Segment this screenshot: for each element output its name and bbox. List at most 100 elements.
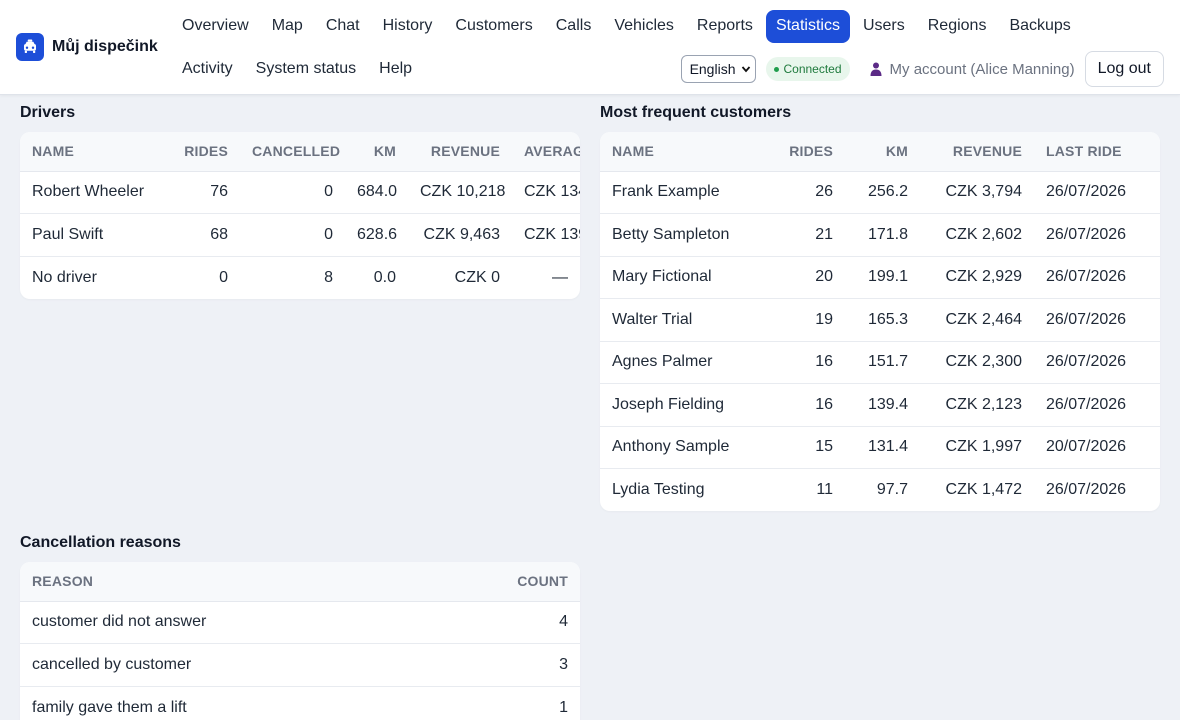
customer-rides: 11	[816, 481, 833, 498]
column-header[interactable]: RIDES	[770, 132, 845, 172]
cancellation-count: 1	[559, 698, 568, 716]
column-header[interactable]: AVERAGE	[512, 132, 580, 172]
column-header[interactable]: CANCELLED	[240, 132, 345, 172]
table-row: Lydia Testing 11 97.7 CZK 1,472 26/07/20…	[600, 469, 1160, 512]
customer-revenue: CZK 2,464	[920, 298, 1034, 342]
nav-activity[interactable]: Activity	[172, 53, 243, 86]
drivers-table: NAME RIDES CANCELLED KM REVENUE AVERAGE …	[20, 132, 580, 299]
driver-rides: 0	[219, 268, 228, 286]
cancellation-table-card: REASON COUNT customer did not answer 4 c…	[20, 562, 580, 720]
nav-reports[interactable]: Reports	[687, 10, 763, 43]
drivers-table-card: NAME RIDES CANCELLED KM REVENUE AVERAGE …	[20, 132, 580, 299]
customer-last-ride: 26/07/2026	[1034, 383, 1160, 427]
table-row: Betty Sampleton 21 171.8 CZK 2,602 26/07…	[600, 213, 1160, 257]
driver-km: 684.0	[345, 171, 408, 214]
connection-status-badge: Connected	[766, 57, 850, 81]
nav-chat[interactable]: Chat	[316, 10, 370, 43]
driver-rides: 68	[170, 213, 240, 257]
customer-rides: 16	[770, 383, 845, 427]
customer-revenue: CZK 2,300	[920, 341, 1034, 384]
my-account-link[interactable]: My account (Alice Manning)	[868, 61, 1075, 78]
customers-table-card: NAME RIDES KM REVENUE LAST RIDE Frank Ex…	[600, 132, 1160, 511]
customer-last-ride: 26/07/2026	[1034, 213, 1160, 257]
table-row: Walter Trial 19 165.3 CZK 2,464 26/07/20…	[600, 298, 1160, 342]
table-header-row: NAME RIDES KM REVENUE LAST RIDE	[600, 132, 1160, 172]
customer-last-ride: 26/07/2026	[1034, 256, 1160, 299]
language-select[interactable]: English	[680, 55, 757, 83]
cancellation-count: 3	[460, 643, 580, 687]
customer-name: Lydia Testing	[612, 481, 705, 498]
customer-name: Mary Fictional	[600, 256, 770, 299]
brand[interactable]: Můj dispečink	[16, 33, 158, 61]
table-row: family gave them a lift 1	[20, 686, 580, 720]
column-header[interactable]: KM	[345, 132, 408, 172]
nav-vehicles[interactable]: Vehicles	[604, 10, 684, 43]
status-dot-icon	[774, 66, 780, 72]
customer-revenue: CZK 2,602	[920, 213, 1034, 257]
column-header[interactable]: RIDES	[170, 132, 240, 172]
cancellation-count: 4	[460, 601, 580, 644]
driver-revenue: CZK 9,463	[408, 213, 512, 257]
table-row: Agnes Palmer 16 151.7 CZK 2,300 26/07/20…	[600, 341, 1160, 384]
column-header[interactable]: REVENUE	[920, 132, 1034, 172]
user-icon	[870, 62, 882, 76]
brand-name: Můj dispečink	[52, 38, 158, 55]
table-row: Frank Example 26 256.2 CZK 3,794 26/07/2…	[600, 171, 1160, 214]
driver-km: 0.0	[373, 268, 396, 286]
customer-rides: 20	[770, 256, 845, 299]
nav-help[interactable]: Help	[369, 53, 422, 86]
customer-name: Betty Sampleton	[600, 213, 770, 257]
column-header[interactable]: COUNT	[460, 562, 580, 602]
nav-calls[interactable]: Calls	[546, 10, 602, 43]
connection-status-text: Connected	[783, 62, 842, 76]
nav-statistics[interactable]: Statistics	[765, 9, 850, 43]
cancellation-reason: family gave them a lift	[32, 698, 187, 716]
customer-name: Joseph Fielding	[600, 383, 770, 427]
customer-revenue: CZK 1,472	[945, 481, 1022, 498]
customer-km: 171.8	[845, 213, 920, 257]
column-header[interactable]: REVENUE	[408, 132, 512, 172]
table-row: Mary Fictional 20 199.1 CZK 2,929 26/07/…	[600, 256, 1160, 299]
nav-overview[interactable]: Overview	[172, 10, 259, 43]
table-row: No driver 0 8 0.0 CZK 0 —	[20, 256, 580, 299]
driver-cancelled: 0	[240, 213, 345, 257]
driver-average: CZK 139	[512, 213, 580, 257]
column-header[interactable]: NAME	[600, 132, 770, 172]
driver-name: Paul Swift	[20, 213, 170, 257]
column-header[interactable]: REASON	[20, 562, 460, 602]
my-account-label: My account (Alice Manning)	[889, 60, 1075, 78]
nav-customers[interactable]: Customers	[445, 10, 542, 43]
nav-regions[interactable]: Regions	[918, 10, 997, 43]
table-row: Paul Swift 68 0 628.6 CZK 9,463 CZK 139	[20, 213, 580, 257]
driver-km: 628.6	[345, 213, 408, 257]
customer-km: 199.1	[845, 256, 920, 299]
logout-button[interactable]: Log out	[1084, 51, 1164, 87]
column-header[interactable]: KM	[845, 132, 920, 172]
header-tools: English Connected My account (Alice Mann…	[680, 51, 1164, 87]
column-header[interactable]: NAME	[20, 132, 170, 172]
nav-system-status[interactable]: System status	[246, 53, 366, 86]
customer-km: 139.4	[845, 383, 920, 427]
driver-average: CZK 134	[512, 171, 580, 214]
top-header: Můj dispečink Overview Map Chat History …	[0, 0, 1180, 95]
table-row: Anthony Sample 15 131.4 CZK 1,997 20/07/…	[600, 426, 1160, 469]
table-header-row: REASON COUNT	[20, 562, 580, 602]
nav-users[interactable]: Users	[853, 10, 915, 43]
customers-title: Most frequent customers	[600, 104, 792, 121]
customer-revenue: CZK 2,123	[920, 383, 1034, 427]
customer-last-ride: 20/07/2026	[1034, 426, 1160, 469]
driver-revenue: CZK 10,218	[408, 171, 512, 214]
customer-last-ride: 26/07/2026	[1034, 298, 1160, 342]
nav-map[interactable]: Map	[262, 10, 313, 43]
nav-backups[interactable]: Backups	[999, 10, 1080, 43]
column-header[interactable]: LAST RIDE	[1034, 132, 1160, 172]
nav-history[interactable]: History	[373, 10, 443, 43]
customer-name: Walter Trial	[600, 298, 770, 342]
cancellation-reason: cancelled by customer	[20, 643, 460, 687]
table-row: cancelled by customer 3	[20, 643, 580, 687]
driver-rides: 76	[170, 171, 240, 214]
customer-km: 131.4	[845, 426, 920, 469]
cancellation-title: Cancellation reasons	[20, 534, 181, 551]
customer-revenue: CZK 1,997	[920, 426, 1034, 469]
table-row: Joseph Fielding 16 139.4 CZK 2,123 26/07…	[600, 383, 1160, 427]
